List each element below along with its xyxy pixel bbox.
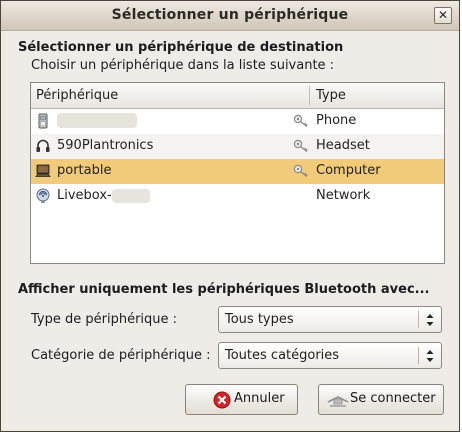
device-row-network[interactable]: Livebox- Network [31,184,444,209]
device-type: Phone [316,113,357,128]
updown-arrows-icon [426,314,434,326]
column-header-type[interactable]: Type [316,88,346,103]
combo-separator [418,311,419,328]
device-type: Computer [316,163,381,178]
column-separator [309,86,310,105]
network-icon [36,188,50,203]
device-name: Livebox- [57,188,150,203]
phone-icon [38,113,48,129]
device-category-label: Catégorie de périphérique : [31,348,211,363]
paired-key-icon [293,114,308,128]
headset-icon [36,139,50,152]
cancel-icon [213,391,231,409]
device-name: portable [57,163,112,178]
cancel-label: Annuler [234,391,285,406]
section-heading-filter: Afficher uniquement les périphériques Bl… [18,282,430,297]
close-button[interactable]: ✕ [434,7,452,24]
list-header: Périphérique Type [31,83,444,109]
connect-button[interactable]: Se connecter [318,384,444,415]
device-type: Network [316,188,371,203]
device-type-label: Type de périphérique : [31,312,178,327]
device-name [57,113,137,128]
computer-icon [35,164,51,177]
paired-key-icon [293,164,308,178]
connect-label: Se connecter [350,391,436,406]
window-title: Sélectionner un périphérique [111,7,349,23]
instruction-text: Choisir un périphérique dans la liste su… [31,58,335,73]
title-bar[interactable]: Sélectionner un périphérique ✕ [1,1,459,31]
device-row-headset[interactable]: 590Plantronics Headset [31,134,444,159]
section-heading-destination: Sélectionner un périphérique de destinat… [18,40,344,55]
redacted-device-name [57,113,137,128]
redacted-device-name [111,188,150,203]
device-category-select[interactable]: Toutes catégories [218,342,442,369]
dialog-window: Sélectionner un périphérique ✕ Sélection… [0,0,460,432]
column-header-device[interactable]: Périphérique [36,88,118,103]
updown-arrows-icon [426,350,434,362]
device-type: Headset [316,138,370,153]
close-icon: ✕ [437,8,449,22]
paired-key-icon [293,139,308,153]
device-list[interactable]: Périphérique Type Phone 590Plantronics H… [30,82,445,264]
device-category-value: Toutes catégories [225,348,340,363]
device-type-value: Tous types [225,312,294,327]
device-type-select[interactable]: Tous types [218,306,442,333]
device-row-computer[interactable]: portable Computer [31,159,444,184]
device-row-phone[interactable]: Phone [31,109,444,134]
connect-icon [327,396,349,407]
device-name: 590Plantronics [57,138,154,153]
cancel-button[interactable]: Annuler [185,384,298,415]
combo-separator [418,347,419,364]
